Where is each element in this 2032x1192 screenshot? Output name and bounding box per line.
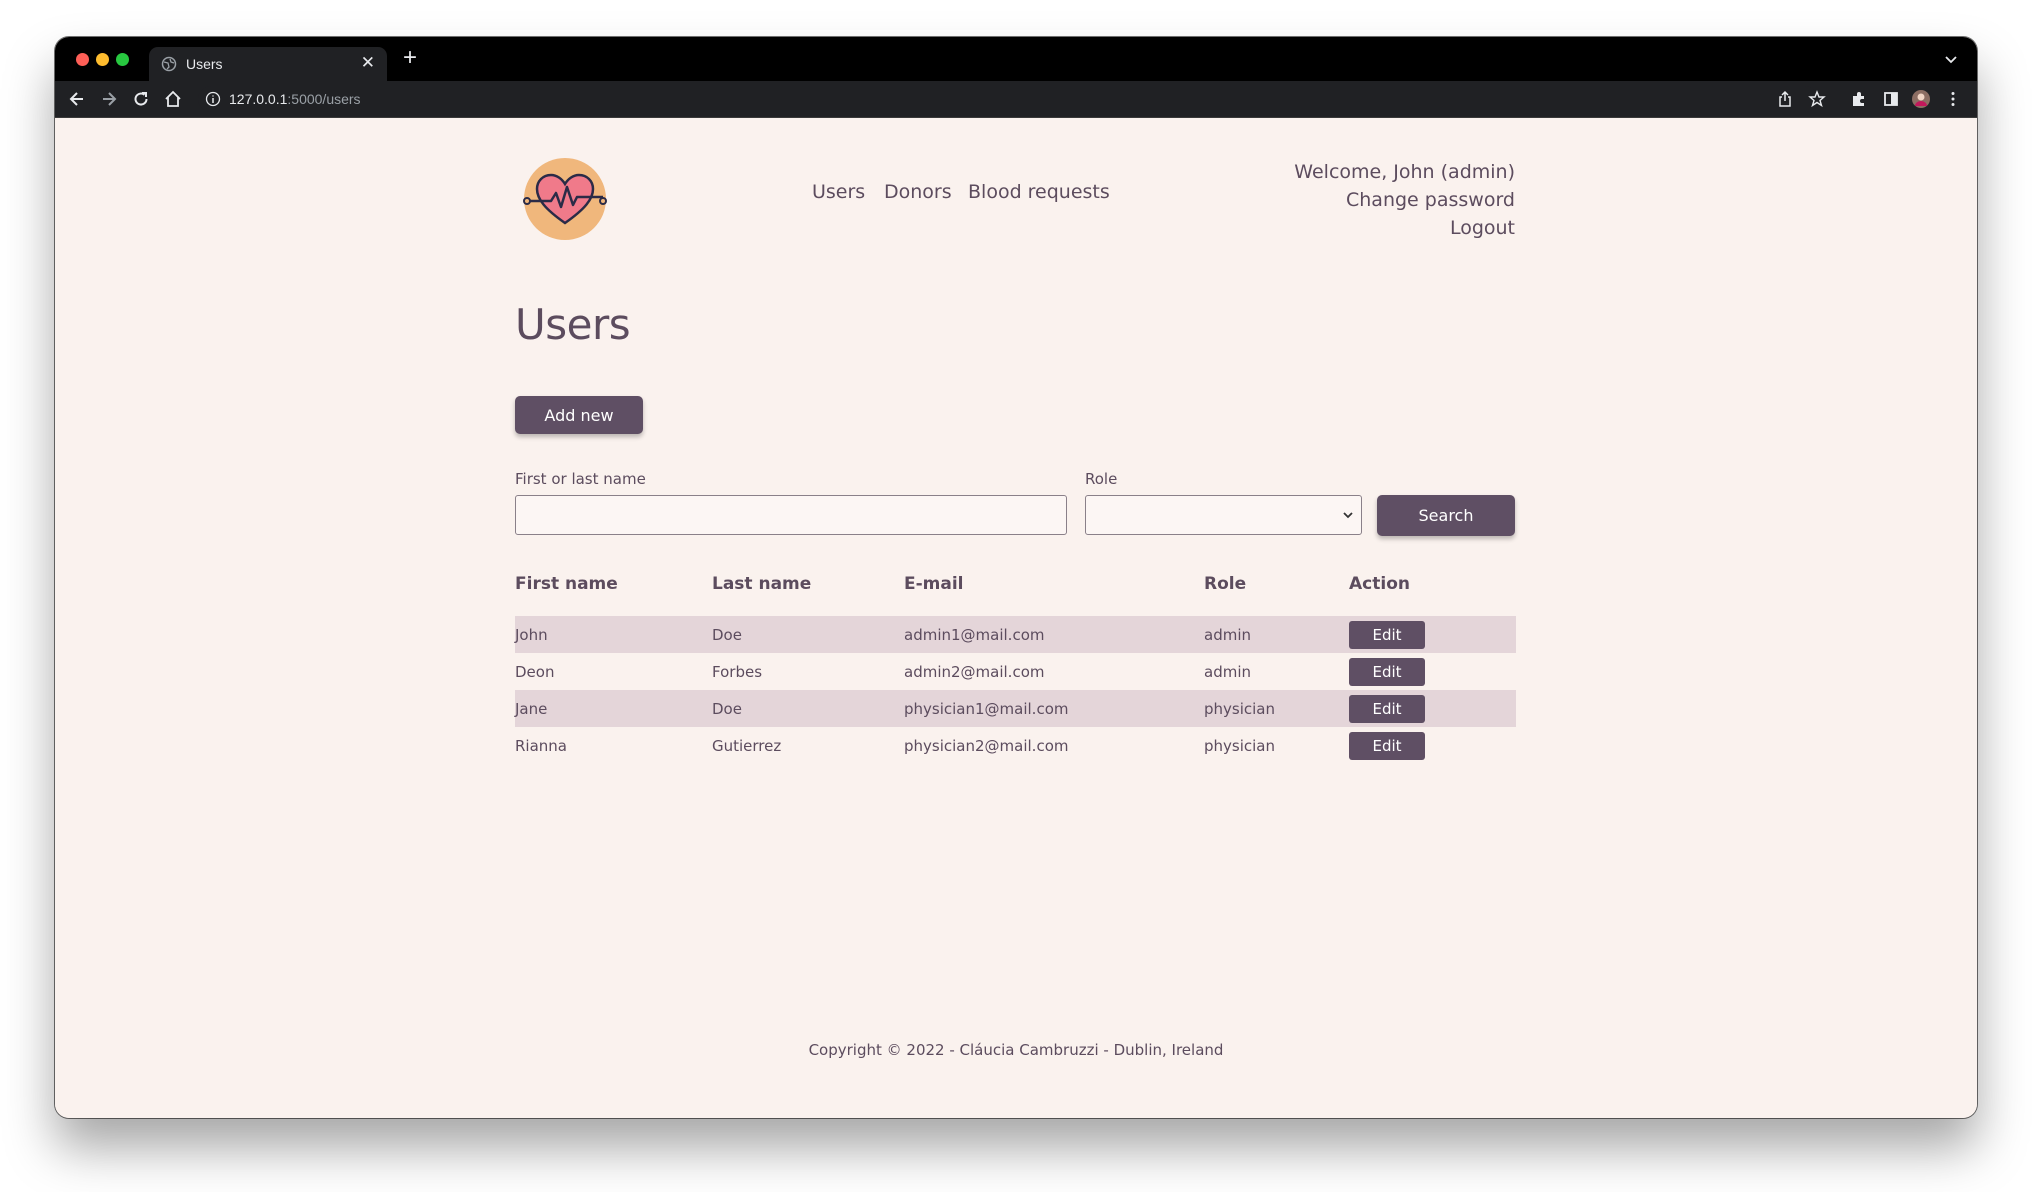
user-menu: Welcome, John (admin) Change password Lo…: [1294, 158, 1515, 242]
cell-last-name: Doe: [712, 690, 904, 727]
role-filter-label: Role: [1085, 470, 1118, 488]
profile-avatar-icon[interactable]: [1911, 89, 1931, 109]
globe-icon: [161, 56, 177, 72]
cell-first-name: Deon: [515, 662, 555, 681]
edit-button[interactable]: Edit: [1349, 620, 1425, 649]
search-button[interactable]: Search: [1377, 495, 1515, 536]
table-row: John Doe admin1@mail.com admin Edit: [515, 616, 1516, 653]
nav-donors[interactable]: Donors: [884, 181, 952, 203]
cell-last-name: Doe: [712, 616, 904, 653]
maximize-window-button[interactable]: [116, 53, 129, 66]
edit-button[interactable]: Edit: [1349, 694, 1425, 723]
bookmark-star-icon[interactable]: [1807, 89, 1827, 109]
cell-role: admin: [1204, 662, 1251, 681]
heartbeat-logo-icon[interactable]: [523, 157, 607, 241]
home-icon[interactable]: [163, 89, 183, 109]
cell-action: Edit: [1349, 690, 1516, 727]
forward-icon[interactable]: [99, 89, 119, 109]
column-header-action: Action: [1349, 573, 1410, 594]
share-icon[interactable]: [1775, 89, 1795, 109]
tab-bar: Users ✕ +: [55, 37, 1977, 81]
close-window-button[interactable]: [76, 53, 89, 66]
browser-toolbar: 127.0.0.1:5000/users: [55, 81, 1977, 118]
cell-first-name: Rianna: [515, 736, 567, 755]
name-search-input[interactable]: [515, 495, 1067, 535]
users-table: First name Last name E-mail Role Action …: [515, 565, 1516, 764]
column-header-first-name: First name: [515, 573, 618, 594]
cell-email: admin2@mail.com: [904, 662, 1045, 681]
address-bar[interactable]: 127.0.0.1:5000/users: [198, 86, 1818, 112]
cell-last-name: Gutierrez: [712, 736, 782, 755]
chevron-down-icon: [1343, 512, 1353, 519]
cell-email: physician1@mail.com: [904, 690, 1204, 727]
cell-last-name: Forbes: [712, 662, 763, 681]
cell-action: Edit: [1349, 727, 1516, 764]
tab-title: Users: [186, 56, 223, 72]
cell-role: physician: [1204, 690, 1349, 727]
name-filter-label: First or last name: [515, 470, 646, 488]
chevron-down-icon[interactable]: [1943, 51, 1959, 67]
page-content: Users Donors Blood requests Welcome, Joh…: [55, 118, 1977, 1118]
table-row: Jane Doe physician1@mail.com physician E…: [515, 690, 1516, 727]
cell-email: physician2@mail.com: [904, 736, 1069, 755]
cell-email: admin1@mail.com: [904, 616, 1204, 653]
add-new-button[interactable]: Add new: [515, 396, 643, 434]
change-password-link[interactable]: Change password: [1294, 186, 1515, 214]
table-header-row: First name Last name E-mail Role Action: [515, 565, 1516, 616]
reload-icon[interactable]: [131, 89, 151, 109]
tab-close-icon[interactable]: ✕: [361, 53, 375, 73]
column-header-role: Role: [1204, 573, 1247, 594]
logout-link[interactable]: Logout: [1294, 214, 1515, 242]
nav-users[interactable]: Users: [812, 181, 865, 203]
edit-button[interactable]: Edit: [1349, 731, 1425, 760]
column-header-email: E-mail: [904, 573, 964, 594]
back-icon[interactable]: [67, 89, 87, 109]
kebab-menu-icon[interactable]: [1943, 89, 1963, 109]
footer-copyright: Copyright © 2022 - Cláucia Cambruzzi - D…: [808, 1041, 1224, 1059]
cell-first-name: John: [515, 616, 712, 653]
cell-action: Edit: [1349, 653, 1516, 690]
table-row: Deon Forbes admin2@mail.com admin Edit: [515, 653, 1516, 690]
url-text: 127.0.0.1:5000/users: [229, 91, 361, 107]
cell-action: Edit: [1349, 616, 1516, 653]
minimize-window-button[interactable]: [96, 53, 109, 66]
browser-tab-users[interactable]: Users ✕: [149, 47, 387, 81]
side-panel-icon[interactable]: [1881, 89, 1901, 109]
browser-window: Users ✕ + 127.0.0.1:5000/users Users Don…: [55, 37, 1977, 1118]
site-info-icon[interactable]: [205, 91, 221, 107]
edit-button[interactable]: Edit: [1349, 657, 1425, 686]
role-select[interactable]: [1085, 495, 1362, 535]
table-row: Rianna Gutierrez physician2@mail.com phy…: [515, 727, 1516, 764]
cell-role: admin: [1204, 616, 1349, 653]
column-header-last-name: Last name: [712, 573, 812, 594]
welcome-text: Welcome, John (admin): [1294, 161, 1515, 183]
cell-role: physician: [1204, 736, 1276, 755]
extensions-icon[interactable]: [1849, 89, 1869, 109]
page-title: Users: [515, 300, 631, 349]
nav-blood-requests[interactable]: Blood requests: [968, 181, 1110, 203]
new-tab-button[interactable]: +: [403, 46, 417, 70]
cell-first-name: Jane: [515, 690, 712, 727]
